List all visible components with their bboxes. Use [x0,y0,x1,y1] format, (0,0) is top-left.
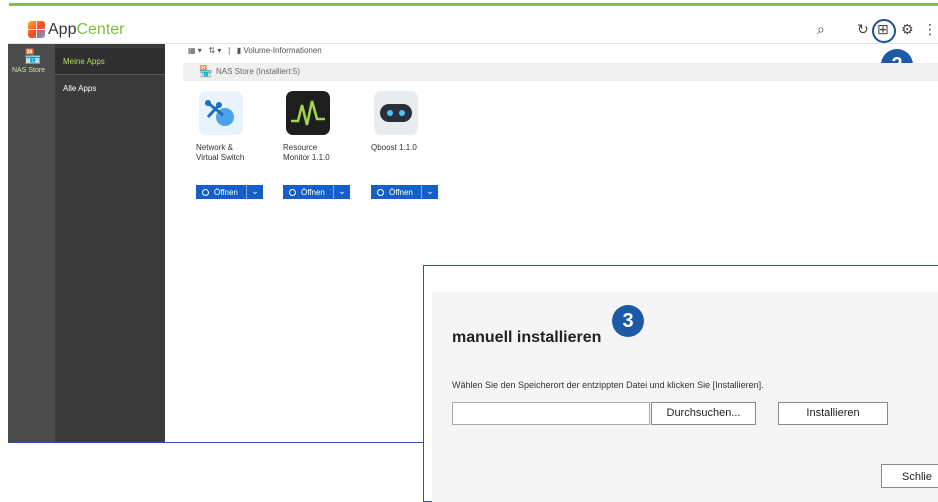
qboost-icon[interactable] [374,91,418,135]
refresh-icon[interactable]: ↻ [857,21,869,37]
open-button-main[interactable]: Öffnen [283,185,333,199]
green-stripe [9,3,938,6]
manual-install-dialog: manuell installieren Wählen Sie den Spei… [423,265,938,502]
open-button[interactable]: Öffnen ⌄ [371,185,438,199]
top-accent-bar [0,0,938,6]
category-sidebar: Meine Apps Alle Apps [55,44,165,442]
section-title: NAS Store (Installiert:5) [216,67,301,76]
app-name: Qboost 1.1.0 [371,143,451,165]
sidebar-item-meine-apps[interactable]: Meine Apps [55,48,165,75]
sidebar-item-label: Alle Apps [63,84,97,93]
open-icon [377,188,384,196]
close-button[interactable]: Schlie [881,464,938,488]
toolbar-separator: | [228,46,231,55]
open-button-main[interactable]: Öffnen [196,185,246,199]
install-highlight-ring [872,19,896,43]
search-icon[interactable]: ⌕ [817,21,825,37]
app-card-network-virtual-switch: Network & Virtual Switch Öffnen ⌄ [196,91,276,199]
appcenter-logo-grid [28,21,45,38]
view-toolbar: ▦ ▾ ⇅ ▾ | ▮ Volume-Informationen [188,46,322,55]
grid-view-button[interactable]: ▦ ▾ [188,46,202,55]
chevron-down-icon[interactable]: ⌄ [246,185,263,199]
chevron-down-icon[interactable]: ⌄ [333,185,350,199]
step-badge-3: 3 [612,305,644,337]
more-icon[interactable]: ⋮ [923,21,937,37]
app-title-prefix: App [48,21,77,38]
nas-store-icon[interactable]: 🏪 [24,48,41,65]
volume-info-link[interactable]: Volume-Informationen [243,46,321,55]
dialog-title: manuell installieren [452,329,602,346]
app-name-line1: Resource [283,143,318,152]
open-button-main[interactable]: Öffnen [371,185,421,199]
app-name-line2: Monitor 1.1.0 [283,153,330,162]
app-title: AppCenter [48,21,125,39]
open-button[interactable]: Öffnen ⌄ [283,185,350,199]
open-icon [289,188,296,196]
resource-monitor-icon[interactable] [286,91,330,135]
open-label: Öffnen [214,187,238,197]
gear-icon[interactable]: ⚙ [901,21,914,37]
open-icon [202,188,209,196]
app-name-line1: Qboost 1.1.0 [371,143,417,152]
volume-icon: ▮ [236,46,242,55]
dialog-body: manuell installieren Wählen Sie den Spei… [432,292,938,502]
app-card-resource-monitor: Resource Monitor 1.1.0 Öffnen ⌄ [283,91,363,199]
nas-store-label[interactable]: NAS Store [12,67,45,74]
open-label: Öffnen [301,187,325,197]
app-card-qboost: Qboost 1.1.0 Öffnen ⌄ [371,91,451,199]
open-label: Öffnen [389,187,413,197]
app-name-line1: Network & [196,143,233,152]
app-name: Network & Virtual Switch [196,143,276,165]
install-button[interactable]: Installieren [778,402,888,425]
app-title-suffix: Center [76,21,125,38]
dialog-instruction: Wählen Sie den Speicherort der entzippte… [452,380,764,390]
chevron-down-icon[interactable]: ⌄ [421,185,438,199]
browse-button[interactable]: Durchsuchen... [651,402,756,425]
app-name-line2: Virtual Switch [196,153,245,162]
section-header: 🏪 NAS Store (Installiert:5) [183,63,938,81]
sidebar-item-label: Meine Apps [63,57,105,66]
file-path-input[interactable] [452,402,650,425]
store-sidebar: 🏪 NAS Store [8,44,55,442]
app-header: AppCenter ⌕ ↻ ⊞ ⚙ ⋮ [8,9,938,44]
sort-button[interactable]: ⇅ ▾ [208,46,221,55]
app-name: Resource Monitor 1.1.0 [283,143,363,165]
open-button[interactable]: Öffnen ⌄ [196,185,263,199]
store-icon: 🏪 [199,66,213,78]
network-switch-icon[interactable] [199,91,243,135]
